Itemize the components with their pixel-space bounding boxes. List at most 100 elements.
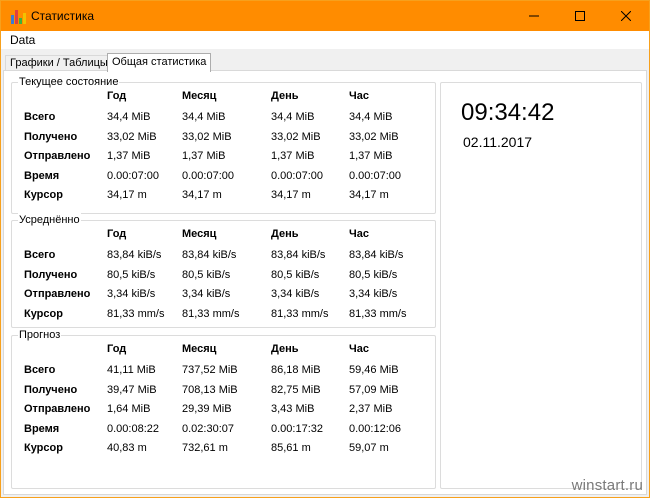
value-cell: 34,17 m	[271, 189, 311, 201]
value-cell: 0.00:08:22	[107, 423, 159, 435]
value-cell: 80,5 kiB/s	[107, 269, 156, 281]
column-header: День	[271, 90, 299, 102]
value-cell: 34,17 m	[182, 189, 222, 201]
maximize-button[interactable]	[557, 1, 603, 31]
column-header: Час	[349, 228, 369, 240]
value-cell: 2,37 MiB	[349, 403, 393, 415]
column-header: Месяц	[182, 343, 217, 355]
value-cell: 83,84 kiB/s	[349, 249, 404, 261]
close-button[interactable]	[603, 1, 649, 31]
value-cell: 33,02 MiB	[349, 131, 399, 143]
row-label: Отправлено	[24, 403, 91, 415]
row-label: Время	[24, 170, 60, 182]
value-cell: 41,11 MiB	[107, 364, 156, 376]
close-icon	[621, 11, 631, 21]
group-title: Текущее состояние	[18, 75, 120, 89]
value-cell: 1,37 MiB	[349, 150, 393, 162]
value-cell: 1,37 MiB	[182, 150, 226, 162]
value-cell: 0.00:07:00	[107, 170, 159, 182]
column-header: День	[271, 343, 299, 355]
row-label: Отправлено	[24, 150, 91, 162]
value-cell: 81,33 mm/s	[349, 308, 407, 320]
value-cell: 40,83 m	[107, 442, 147, 454]
value-cell: 29,39 MiB	[182, 403, 232, 415]
value-cell: 33,02 MiB	[182, 131, 232, 143]
menu-bar: Data	[1, 31, 649, 50]
group-box-0: Текущее состояние Год Месяц День Час Всего 34,…	[11, 75, 436, 214]
group-title: Усреднённо	[18, 213, 81, 227]
value-cell: 34,4 MiB	[107, 111, 151, 123]
column-header: Год	[107, 343, 127, 355]
value-cell: 80,5 kiB/s	[271, 269, 320, 281]
value-cell: 81,33 mm/s	[271, 308, 329, 320]
row-label: Получено	[24, 269, 78, 281]
value-cell: 3,34 kiB/s	[271, 288, 320, 300]
value-cell: 83,84 kiB/s	[182, 249, 237, 261]
value-cell: 85,61 m	[271, 442, 311, 454]
value-cell: 34,4 MiB	[349, 111, 393, 123]
column-header: Месяц	[182, 90, 217, 102]
menu-item-data[interactable]: Data	[10, 33, 35, 47]
column-header: Год	[107, 228, 127, 240]
value-cell: 83,84 kiB/s	[107, 249, 162, 261]
row-label: Всего	[24, 111, 56, 123]
value-cell: 0.00:07:00	[349, 170, 401, 182]
value-cell: 83,84 kiB/s	[271, 249, 326, 261]
title-bar[interactable]: Статистика	[1, 1, 649, 31]
value-cell: 1,64 MiB	[107, 403, 151, 415]
column-header: Месяц	[182, 228, 217, 240]
value-cell: 0.00:17:32	[271, 423, 323, 435]
value-cell: 34,4 MiB	[182, 111, 226, 123]
value-cell: 3,34 kiB/s	[182, 288, 231, 300]
column-header: Год	[107, 90, 127, 102]
value-cell: 34,17 m	[349, 189, 389, 201]
app-window: Статистика Data Графики / Таблицы Общая …	[0, 0, 650, 498]
tab-general-statistics[interactable]: Общая статистика	[107, 53, 212, 72]
column-header: Час	[349, 90, 369, 102]
column-header: Час	[349, 343, 369, 355]
clock-time: 09:34:42	[461, 99, 555, 126]
value-cell: 59,46 MiB	[349, 364, 399, 376]
value-cell: 737,52 MiB	[182, 364, 238, 376]
value-cell: 1,37 MiB	[271, 150, 315, 162]
value-cell: 86,18 MiB	[271, 364, 321, 376]
row-label: Отправлено	[24, 288, 91, 300]
minimize-button[interactable]	[511, 1, 557, 31]
row-label: Время	[24, 423, 60, 435]
minimize-icon	[529, 15, 539, 17]
tab-charts-tables[interactable]: Графики / Таблицы	[5, 55, 113, 71]
group-box-1: Усреднённо Год Месяц День Час Всего 83,84 kiB/…	[11, 213, 436, 328]
value-cell: 81,33 mm/s	[182, 308, 240, 320]
group-box-2: Прогноз Год Месяц День Час Всего 41,11 MiB 737,…	[11, 328, 436, 489]
watermark: winstart.ru	[571, 477, 643, 494]
row-label: Всего	[24, 249, 56, 261]
maximize-icon	[575, 11, 585, 21]
column-header: День	[271, 228, 299, 240]
row-label: Получено	[24, 384, 78, 396]
value-cell: 3,34 kiB/s	[107, 288, 156, 300]
group-title: Прогноз	[18, 328, 62, 342]
value-cell: 59,07 m	[349, 442, 389, 454]
row-label: Курсор	[24, 442, 63, 454]
value-cell: 57,09 MiB	[349, 384, 399, 396]
window-title: Статистика	[31, 9, 95, 23]
row-label: Всего	[24, 364, 56, 376]
value-cell: 80,5 kiB/s	[182, 269, 231, 281]
value-cell: 81,33 mm/s	[107, 308, 165, 320]
tab-strip: Графики / Таблицы Общая статистика	[1, 51, 649, 72]
value-cell: 0.02:30:07	[182, 423, 234, 435]
value-cell: 82,75 MiB	[271, 384, 321, 396]
value-cell: 34,17 m	[107, 189, 147, 201]
row-label: Курсор	[24, 308, 63, 320]
row-label: Курсор	[24, 189, 63, 201]
clock-date: 02.11.2017	[463, 134, 533, 150]
value-cell: 732,61 m	[182, 442, 228, 454]
bar-chart-icon	[10, 8, 26, 24]
value-cell: 708,13 MiB	[182, 384, 238, 396]
value-cell: 0.00:07:00	[271, 170, 323, 182]
value-cell: 0.00:12:06	[349, 423, 401, 435]
row-label: Получено	[24, 131, 78, 143]
value-cell: 1,37 MiB	[107, 150, 151, 162]
value-cell: 33,02 MiB	[107, 131, 157, 143]
value-cell: 80,5 kiB/s	[349, 269, 398, 281]
